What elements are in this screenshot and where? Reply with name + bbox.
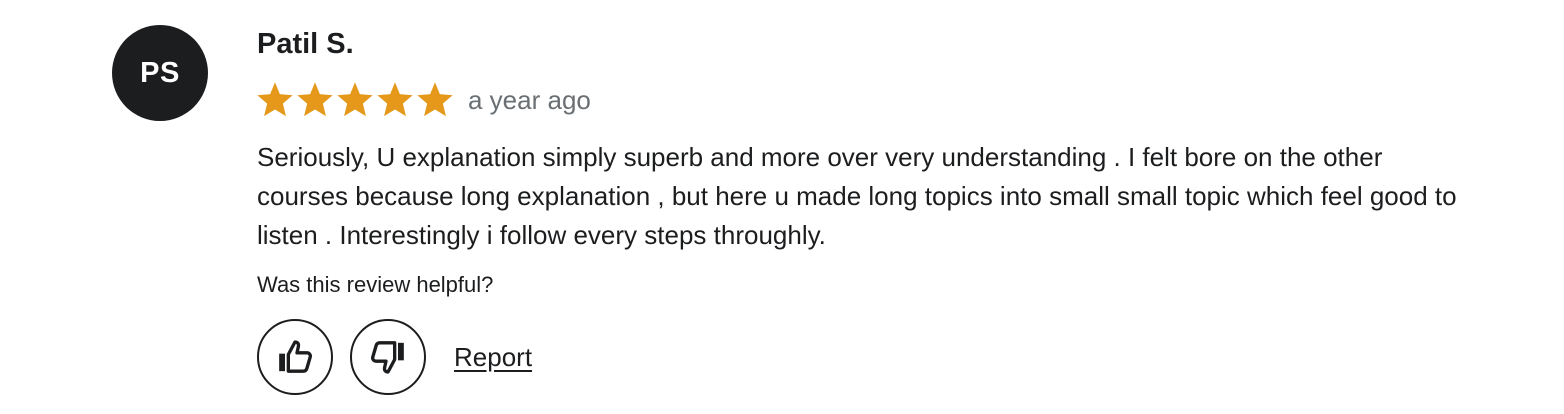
reviewer-name: Patil S. (257, 28, 354, 60)
star-icon (417, 82, 453, 117)
helpful-prompt: Was this review helpful? (257, 272, 494, 297)
review-actions: Report (257, 319, 532, 395)
review-time: a year ago (468, 84, 591, 115)
helpful-yes-button[interactable] (257, 319, 333, 395)
report-link[interactable]: Report (454, 342, 532, 373)
rating-row: a year ago (257, 80, 591, 120)
star-rating (257, 82, 457, 118)
avatar-initials: PS (140, 56, 180, 89)
star-icon (337, 82, 373, 117)
avatar: PS (112, 25, 208, 121)
thumbs-up-icon (279, 340, 312, 373)
review-text: Seriously, U explanation simply superb a… (257, 142, 1457, 250)
review-card: PS Patil S. a year ago Seriously, U expl… (0, 0, 1564, 414)
star-icon (297, 82, 333, 117)
helpful-no-button[interactable] (350, 319, 426, 395)
thumbs-down-icon (371, 341, 404, 374)
star-icon (377, 82, 413, 117)
star-icon (257, 82, 293, 117)
